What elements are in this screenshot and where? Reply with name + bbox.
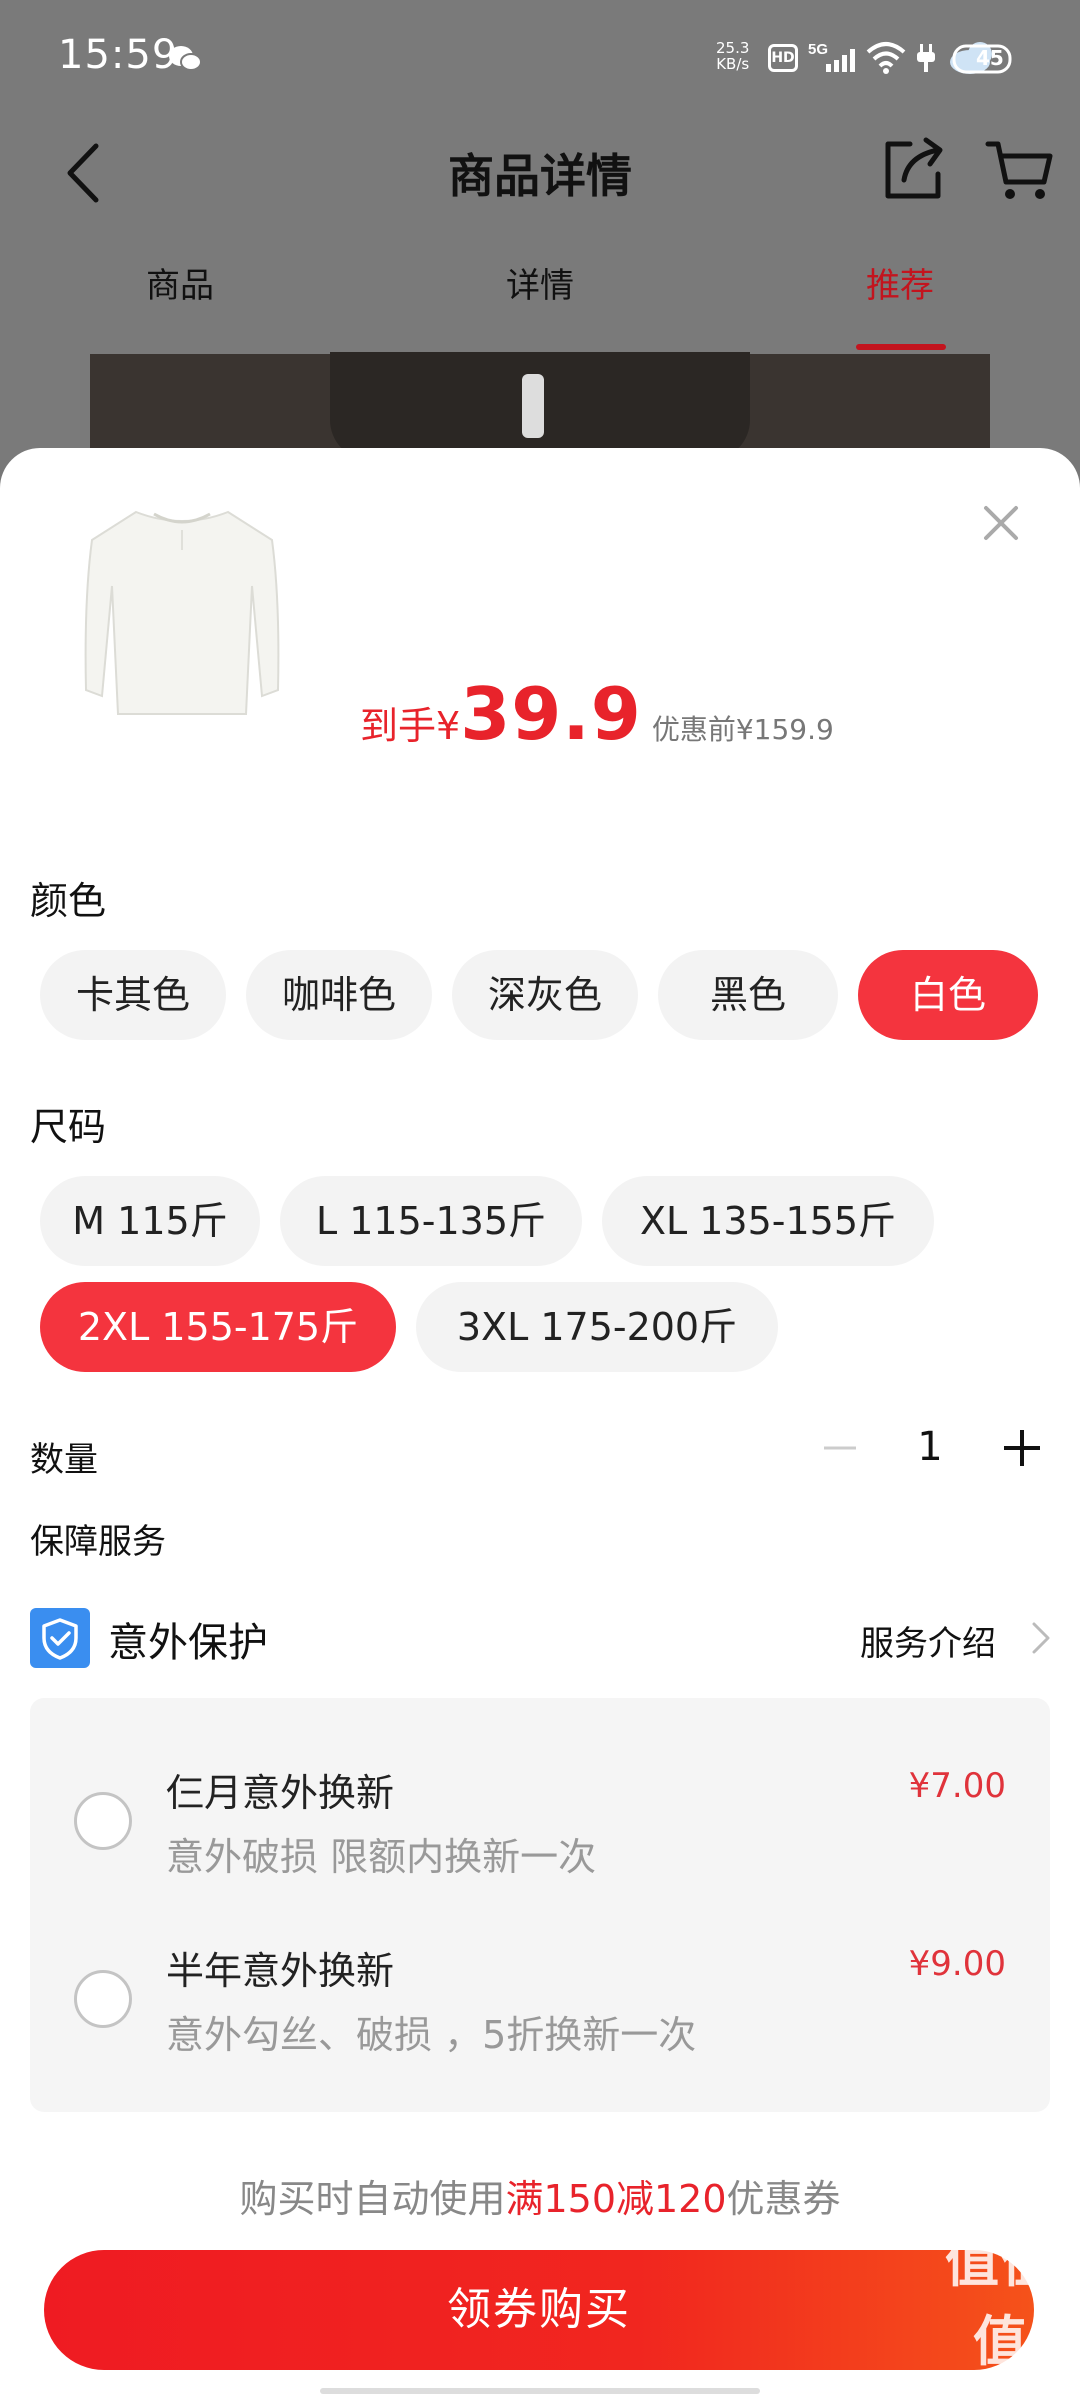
color-option-coffee[interactable]: 咖啡色: [246, 950, 432, 1040]
service-label: 保障服务: [30, 1522, 166, 1562]
size-option-m[interactable]: M 115斤: [40, 1176, 260, 1266]
tab-details[interactable]: 详情: [440, 258, 640, 307]
size-option-l[interactable]: L 115-135斤: [280, 1176, 582, 1266]
color-label: 颜色: [30, 879, 107, 923]
battery-level: 45: [976, 46, 1004, 70]
color-option-khaki[interactable]: 卡其色: [40, 950, 226, 1040]
product-image-tag: [522, 374, 544, 438]
plan-item[interactable]: 半年意外换新 意外勾丝、破损 ，5折换新一次 ¥9.00: [30, 1916, 1050, 2076]
sku-selection-sheet: 到手¥39.9 优惠前¥159.9 颜色 卡其色 咖啡色 深灰色 黑色 白色 尺码…: [0, 448, 1080, 2400]
top-navigation-bar: 商品详情: [0, 120, 1080, 220]
color-option-dark-gray[interactable]: 深灰色: [452, 950, 638, 1040]
network-speed: 25.3 KB/s: [716, 39, 750, 73]
cart-icon[interactable]: [984, 134, 1054, 204]
plan-price: ¥9.00: [908, 1944, 1006, 1984]
service-intro-link[interactable]: 服务介绍: [860, 1616, 996, 1665]
plan-title: 仨月意外换新: [166, 1771, 395, 1815]
protection-plans: 仨月意外换新 意外破损 限额内换新一次 ¥7.00 半年意外换新 意外勾丝、破损…: [30, 1698, 1050, 2112]
original-price: 优惠前¥159.9: [651, 713, 834, 746]
plan-item[interactable]: 仨月意外换新 意外破损 限额内换新一次 ¥7.00: [30, 1738, 1050, 1898]
signal-icon: 5G: [808, 41, 855, 72]
quantity-value[interactable]: 1: [900, 1424, 960, 1470]
product-thumbnail: [84, 510, 280, 715]
share-icon[interactable]: [880, 134, 946, 204]
color-option-white[interactable]: 白色: [858, 950, 1038, 1040]
tab-recommend[interactable]: 推荐: [800, 258, 1000, 307]
wifi-icon: [866, 42, 906, 74]
size-option-xl[interactable]: XL 135-155斤: [602, 1176, 934, 1266]
home-indicator: [320, 2388, 760, 2394]
hd-icon: HD: [768, 44, 798, 72]
price-row: 到手¥39.9 优惠前¥159.9: [360, 672, 834, 756]
size-option-3xl[interactable]: 3XL 175-200斤: [416, 1282, 778, 1372]
status-bar: 15:59 25.3 KB/s HD 5G 45: [0, 0, 1080, 120]
status-time: 15:59: [58, 32, 179, 78]
coupon-note: 购买时自动使用满150减120优惠券: [239, 2177, 841, 2221]
tab-bar: 商品 详情 推荐: [0, 250, 1080, 350]
quantity-label: 数量: [30, 1440, 98, 1480]
final-price: 39.9: [460, 672, 642, 756]
plan-description: 意外勾丝、破损 ，5折换新一次: [166, 2013, 697, 2057]
plan-radio[interactable]: [74, 1970, 132, 2028]
shield-icon: [30, 1608, 90, 1668]
size-label: 尺码: [30, 1105, 107, 1149]
size-option-2xl[interactable]: 2XL 155-175斤: [40, 1282, 396, 1372]
svg-text:5G: 5G: [808, 41, 828, 58]
claim-coupon-buy-button[interactable]: 领券购买: [44, 2250, 1034, 2370]
plan-title: 半年意外换新: [166, 1949, 395, 1993]
quantity-decrease-button[interactable]: [820, 1418, 860, 1478]
wechat-icon: [169, 46, 202, 71]
protection-title: 意外保护: [108, 1620, 268, 1666]
charging-icon: [917, 44, 935, 72]
chevron-right-icon[interactable]: [1030, 1620, 1052, 1656]
plan-price: ¥7.00: [908, 1766, 1006, 1806]
plan-description: 意外破损 限额内换新一次: [166, 1835, 597, 1879]
tab-product[interactable]: 商品: [80, 258, 280, 307]
plan-radio[interactable]: [74, 1792, 132, 1850]
price-prefix: 到手¥: [360, 704, 461, 748]
watermark: 值值值 zhizhizhi.com: [945, 2231, 1057, 2395]
active-tab-indicator: [856, 344, 946, 350]
color-option-black[interactable]: 黑色: [658, 950, 838, 1040]
coupon-highlight: 满150减120: [505, 2177, 727, 2221]
quantity-increase-button[interactable]: [1000, 1418, 1044, 1478]
close-icon[interactable]: [980, 502, 1022, 544]
